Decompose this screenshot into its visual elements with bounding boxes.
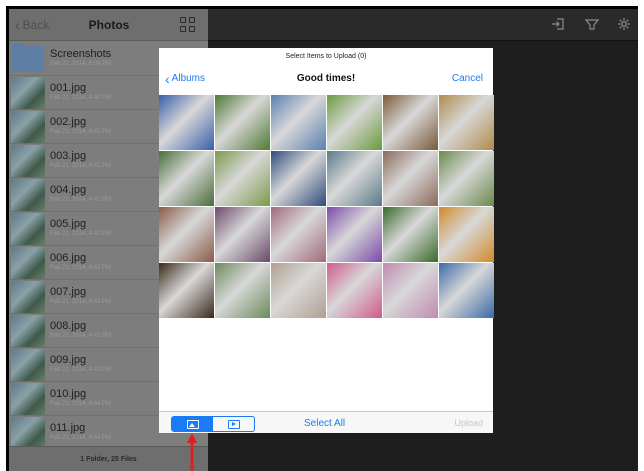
- photo-cell[interactable]: [215, 95, 270, 150]
- photo-cell[interactable]: [159, 207, 214, 262]
- photo-cell[interactable]: [271, 151, 326, 206]
- row-text: 005.jpg Feb 21, 2014, 4:42 PM: [50, 218, 111, 239]
- row-date: Feb 21, 2014, 4:42 PM: [50, 265, 112, 271]
- photo-cell[interactable]: [159, 151, 214, 206]
- photo-thumbnail: [11, 280, 45, 313]
- row-text: 010.jpg Feb 21, 2014, 4:44 PM: [50, 388, 111, 409]
- media-type-segmented-control: [171, 416, 255, 432]
- row-name: 007.jpg: [50, 286, 87, 298]
- row-date: Feb 21, 2014, 4:40 PM: [50, 95, 112, 101]
- photo-cell[interactable]: [271, 207, 326, 262]
- row-text: 011.jpg Feb 21, 2014, 4:44 PM: [50, 422, 111, 443]
- row-date: Feb 21, 2014, 4:44 PM: [50, 401, 112, 407]
- photo-cell[interactable]: [271, 95, 326, 150]
- sidebar-footer: 1 Folder, 25 Files: [9, 446, 208, 471]
- row-name: 002.jpg: [50, 116, 87, 128]
- modal-nav: ‹ Albums Good times! Cancel: [159, 70, 493, 90]
- back-button[interactable]: ‹ Back: [15, 17, 49, 33]
- row-name: 010.jpg: [50, 388, 87, 400]
- filter-icon[interactable]: [584, 17, 600, 33]
- photo-cell[interactable]: [271, 263, 326, 318]
- photo-cell[interactable]: [383, 95, 438, 150]
- photo-thumbnail: [11, 110, 45, 143]
- row-date: Feb 21, 2014, 4:43 PM: [50, 333, 112, 339]
- photo-cell[interactable]: [215, 263, 270, 318]
- sidebar-header: ‹ Back Photos: [9, 9, 208, 41]
- row-text: 002.jpg Feb 21, 2014, 4:41 PM: [50, 116, 111, 137]
- modal-subtitle: Select Items to Upload (0): [285, 53, 367, 60]
- row-text: 007.jpg Feb 21, 2014, 4:43 PM: [50, 286, 111, 307]
- photo-thumbnail: [11, 314, 45, 347]
- folder-icon: [12, 42, 44, 72]
- photo-cell[interactable]: [327, 151, 382, 206]
- sidebar-title: Photos: [88, 18, 130, 32]
- row-name: 005.jpg: [50, 218, 87, 230]
- chevron-left-icon: ‹: [15, 17, 20, 33]
- row-date: Feb 21, 2014, 6:09 PM: [50, 61, 112, 67]
- upload-button[interactable]: Upload: [454, 418, 483, 428]
- photo-cell[interactable]: [327, 207, 382, 262]
- videos-segment[interactable]: [213, 417, 254, 431]
- cancel-button[interactable]: Cancel: [452, 73, 483, 84]
- app-frame: ‹ Back Photos Screenshots Feb 21, 2014, 6…: [6, 6, 638, 471]
- row-text: 008.jpg Feb 21, 2014, 4:43 PM: [50, 320, 111, 341]
- photo-cell[interactable]: [383, 207, 438, 262]
- photo-thumbnail: [11, 348, 45, 381]
- photo-icon: [186, 419, 199, 429]
- photo-thumbnail: [11, 416, 45, 449]
- row-date: Feb 21, 2014, 4:43 PM: [50, 367, 112, 373]
- photo-cell[interactable]: [383, 263, 438, 318]
- top-toolbar: [208, 9, 638, 41]
- video-icon: [227, 419, 240, 429]
- photo-cell[interactable]: [439, 263, 494, 318]
- red-arrow-annotation: [187, 433, 197, 471]
- photo-cell[interactable]: [439, 95, 494, 150]
- upload-picker-modal: Select Items to Upload (0) ‹ Albums Good…: [159, 48, 494, 433]
- photo-cell[interactable]: [159, 263, 214, 318]
- photo-thumbnail: [11, 212, 45, 245]
- row-date: Feb 21, 2014, 4:42 PM: [50, 197, 112, 203]
- grid-view-icon[interactable]: [180, 17, 195, 32]
- row-name: 003.jpg: [50, 150, 87, 162]
- modal-toolbar: Select All Upload: [159, 411, 493, 433]
- row-name: 011.jpg: [50, 422, 86, 434]
- photo-cell[interactable]: [383, 151, 438, 206]
- photos-segment[interactable]: [172, 417, 213, 431]
- row-date: Feb 21, 2014, 4:43 PM: [50, 299, 112, 305]
- row-date: Feb 21, 2014, 4:44 PM: [50, 435, 112, 441]
- row-text: 009.jpg Feb 21, 2014, 4:43 PM: [50, 354, 111, 375]
- row-date: Feb 21, 2014, 4:41 PM: [50, 163, 112, 169]
- sign-in-icon[interactable]: [550, 17, 566, 33]
- photo-thumbnail: [11, 144, 45, 177]
- row-text: Screenshots Feb 21, 2014, 6:09 PM: [50, 48, 111, 69]
- row-text: 004.jpg Feb 21, 2014, 4:42 PM: [50, 184, 111, 205]
- photo-thumbnail: [11, 76, 45, 109]
- photo-cell[interactable]: [215, 207, 270, 262]
- photo-cell[interactable]: [439, 207, 494, 262]
- photo-cell[interactable]: [215, 151, 270, 206]
- row-name: 009.jpg: [50, 354, 87, 366]
- gear-icon[interactable]: [616, 17, 632, 33]
- row-text: 006.jpg Feb 21, 2014, 4:42 PM: [50, 252, 111, 273]
- photo-cell[interactable]: [327, 263, 382, 318]
- row-name: 004.jpg: [50, 184, 87, 196]
- row-name: Screenshots: [50, 48, 112, 60]
- row-name: 001.jpg: [50, 82, 87, 94]
- back-label: Back: [22, 18, 50, 32]
- album-title: Good times!: [296, 73, 356, 84]
- row-text: 001.jpg Feb 21, 2014, 4:40 PM: [50, 82, 111, 103]
- photo-thumbnail: [11, 178, 45, 211]
- row-name: 008.jpg: [50, 320, 87, 332]
- photo-thumbnail: [11, 246, 45, 279]
- row-name: 006.jpg: [50, 252, 87, 264]
- row-date: Feb 21, 2014, 4:41 PM: [50, 129, 112, 135]
- photo-grid: [159, 95, 494, 318]
- row-date: Feb 21, 2014, 4:42 PM: [50, 231, 112, 237]
- photo-cell[interactable]: [327, 95, 382, 150]
- photo-thumbnail: [11, 382, 45, 415]
- photo-cell[interactable]: [159, 95, 214, 150]
- photo-cell[interactable]: [439, 151, 494, 206]
- row-text: 003.jpg Feb 21, 2014, 4:41 PM: [50, 150, 111, 171]
- select-all-button[interactable]: Select All: [304, 418, 345, 429]
